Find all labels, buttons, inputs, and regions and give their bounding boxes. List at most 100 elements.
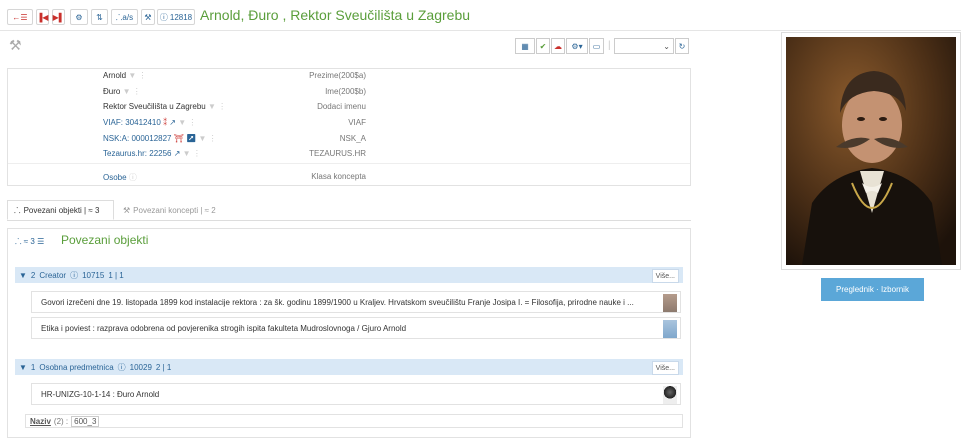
- label-dodaci: Dodaci imenu: [317, 102, 366, 111]
- record-id: 12818: [169, 12, 193, 22]
- value-ime: Đuro ▼ ⋮: [103, 87, 141, 96]
- hammer-icon: ⚒: [123, 205, 131, 215]
- tab-povezani-koncepti[interactable]: ⚒ Povezani koncepti | ≈ 2: [117, 200, 229, 220]
- tezaurus-link[interactable]: Tezaurus.hr: 22256: [103, 149, 172, 158]
- filter-icon: ▼ ⋮: [122, 87, 141, 96]
- upload-button[interactable]: ☁: [551, 38, 565, 54]
- list-item[interactable]: Etika i poviest : razprava odobrena od p…: [31, 317, 681, 339]
- sitemap-icon: ⸫a/s: [115, 12, 134, 22]
- item-title: HR-UNIZG-10-1-14 : Đuro Arnold: [41, 389, 160, 399]
- portrait-image: [786, 37, 956, 265]
- nsk-logo-icon: ⛩: [173, 134, 184, 143]
- value-dodaci: Rektor Sveučilišta u Zagrebu ▼ ⋮: [103, 102, 227, 111]
- hierarchy-button[interactable]: ⸫a/s: [111, 9, 138, 25]
- view-select[interactable]: ⌄: [614, 38, 674, 54]
- back-to-list-button[interactable]: ←☰: [7, 9, 33, 25]
- approve-button[interactable]: ✔: [536, 38, 550, 54]
- tool-button[interactable]: ⚒: [141, 9, 155, 25]
- group-name[interactable]: Creator: [39, 271, 66, 280]
- check-circle-icon: ✔: [539, 41, 547, 51]
- external-link-icon[interactable]: ↗: [174, 149, 181, 158]
- filter-icon: ▼ ⋮: [128, 71, 147, 80]
- last-record-button[interactable]: ▶▌: [52, 9, 65, 25]
- book-thumbnail: [663, 294, 677, 312]
- tab-bar: ⸫ Povezani objekti | ≈ 3 ⚒ Povezani koncep…: [7, 200, 691, 221]
- concept-link[interactable]: Osobe: [103, 173, 127, 182]
- filter-icon: ▼ ⋮: [182, 149, 201, 158]
- separator: |: [608, 40, 611, 51]
- header-divider: [0, 30, 961, 31]
- external-link-icon[interactable]: ↗: [169, 118, 176, 127]
- settings-button[interactable]: ⚙: [70, 9, 88, 25]
- viaf-link[interactable]: VIAF: 30412410: [103, 118, 161, 127]
- group-pages[interactable]: 2 | 1: [156, 363, 171, 372]
- filter-icon: ▼ ⋮: [198, 134, 217, 143]
- filter-icon: ▼ ⋮: [178, 118, 197, 127]
- naziv-label[interactable]: Naziv: [30, 417, 51, 426]
- hammer-icon: ⚒: [144, 12, 152, 22]
- item-title: Etika i poviest : razprava odobrena od p…: [41, 323, 407, 333]
- value-viaf: VIAF: 30412410 ⁑ ↗ ▼ ⋮: [103, 118, 196, 127]
- value-prezime: Arnold ▼ ⋮: [103, 71, 147, 80]
- grid-icon: ▦: [521, 41, 529, 51]
- viaf-logo-icon: ⁑: [163, 118, 168, 127]
- layout-button[interactable]: ▦: [515, 38, 535, 54]
- list-icon: ☰: [37, 237, 45, 246]
- group-id[interactable]: ⓘ 10715: [70, 270, 104, 281]
- portrait-image-frame[interactable]: [781, 32, 961, 270]
- display-button[interactable]: ▭: [589, 38, 604, 54]
- label-prezime: Prezime(200$a): [309, 71, 366, 80]
- group-header-creator: ▼ 2 Creator ⓘ 10715 1 | 1 Više...: [15, 267, 683, 283]
- value-tezaurus: Tezaurus.hr: 22256 ↗ ▼ ⋮: [103, 149, 201, 158]
- section-badge: ⸫ ≈ 3 ☰: [15, 237, 45, 246]
- group-name[interactable]: Osobna predmetnica: [39, 363, 113, 372]
- external-link-icon[interactable]: ↗: [186, 134, 196, 143]
- sitemap-icon: ⸫: [14, 205, 21, 215]
- sort-button[interactable]: ⇅: [91, 9, 108, 25]
- sort-icon: ⇅: [96, 12, 103, 22]
- preglednik-button[interactable]: Preglednik · Izbornik: [821, 278, 924, 301]
- options-dropdown[interactable]: ⚙▾: [566, 38, 588, 54]
- naziv-count: (2) :: [53, 416, 69, 426]
- filter-icon: ▼ ⋮: [207, 102, 227, 111]
- back-list-icon: ←☰: [12, 12, 28, 22]
- cloud-icon: ☁: [554, 41, 562, 51]
- gears-caret-icon: ⚙▾: [571, 41, 583, 51]
- gavel-icon: ⚒: [9, 37, 22, 53]
- portrait-thumbnail: [663, 386, 677, 404]
- group-id[interactable]: ⓘ 10029: [118, 362, 152, 373]
- naziv-value: 600_3: [71, 415, 100, 427]
- filter-count[interactable]: ▼ 1: [19, 363, 35, 372]
- gears-icon: ⚙: [75, 12, 83, 22]
- list-item[interactable]: HR-UNIZG-10-1-14 : Đuro Arnold: [31, 383, 681, 405]
- value-klasa: Osobe ⓘ: [103, 172, 137, 183]
- monitor-icon: ▭: [592, 41, 601, 51]
- label-tezaurus: TEZAURUS.HR: [309, 149, 366, 158]
- label-klasa: Klasa koncepta: [311, 172, 366, 181]
- last-icon: ▶▌: [52, 12, 65, 22]
- page-title: Arnold, Đuro , Rektor Sveučilišta u Zagr…: [200, 7, 471, 23]
- info-icon: ⓘ: [128, 173, 137, 182]
- label-ime: Ime(200$b): [325, 87, 366, 96]
- naziv-row: Naziv (2) : 600_3: [25, 414, 683, 428]
- book-thumbnail: [663, 320, 677, 338]
- record-id-button[interactable]: ⓘ 12818: [157, 9, 195, 25]
- record-panel: [7, 68, 691, 186]
- filter-count[interactable]: ▼ 2: [19, 271, 35, 280]
- nsk-link[interactable]: NSK:A: 000012827: [103, 134, 172, 143]
- refresh-button[interactable]: ↻: [675, 38, 689, 54]
- group-pages[interactable]: 1 | 1: [108, 271, 123, 280]
- more-button[interactable]: Više...: [651, 269, 679, 283]
- first-record-button[interactable]: ▐◀: [36, 9, 49, 25]
- item-title: Govori izrečeni dne 19. listopada 1899 k…: [41, 297, 634, 307]
- info-icon: ⓘ: [159, 12, 168, 22]
- group-header-osobna-predmetnica: ▼ 1 Osobna predmetnica ⓘ 10029 2 | 1 Više.…: [15, 359, 683, 375]
- panel-divider: [8, 163, 690, 164]
- list-item[interactable]: Govori izrečeni dne 19. listopada 1899 k…: [31, 291, 681, 313]
- refresh-icon: ↻: [678, 41, 686, 51]
- label-viaf: VIAF: [348, 118, 366, 127]
- more-button[interactable]: Više...: [651, 361, 679, 375]
- chevron-down-icon: ⌄: [663, 41, 670, 51]
- tab-povezani-objekti[interactable]: ⸫ Povezani objekti | ≈ 3: [7, 200, 114, 220]
- label-nsk: NSK_A: [339, 134, 366, 143]
